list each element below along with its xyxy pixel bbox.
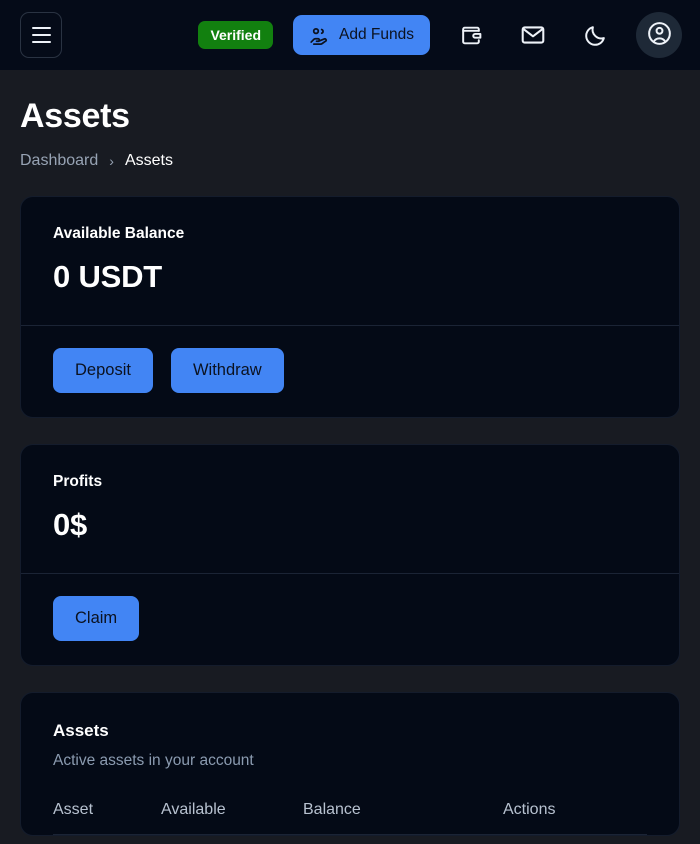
breadcrumb-current: Assets — [124, 152, 173, 169]
column-header-balance[interactable]: Balance — [303, 801, 503, 835]
main-content: Assets Dashboard › Assets Available Bala… — [0, 97, 700, 836]
add-funds-button[interactable]: Add Funds — [293, 15, 430, 55]
column-header-actions[interactable]: Actions — [503, 801, 647, 835]
available-balance-label: Available Balance — [53, 225, 185, 242]
profits-value: 0$ — [53, 507, 88, 542]
deposit-button[interactable]: Deposit — [53, 348, 153, 393]
moon-icon — [583, 23, 608, 48]
breadcrumb: Dashboard › Assets — [20, 152, 680, 170]
claim-button[interactable]: Claim — [53, 596, 140, 641]
column-header-available[interactable]: Available — [161, 801, 303, 835]
avatar[interactable] — [636, 12, 682, 58]
verified-status-badge: Verified — [198, 20, 274, 50]
available-balance-value: 0 USDT — [53, 259, 163, 294]
withdraw-button[interactable]: Withdraw — [170, 348, 284, 393]
available-balance-actions: Deposit Withdraw — [21, 325, 679, 417]
add-funds-label: Add Funds — [339, 26, 414, 43]
wallet-button[interactable] — [450, 14, 492, 56]
top-header: Verified Add Funds — [0, 0, 700, 70]
column-header-asset[interactable]: Asset — [53, 801, 161, 835]
hamburger-menu-icon — [31, 27, 51, 29]
available-balance-body: Available Balance 0 USDT — [21, 197, 679, 325]
chevron-right-icon: › — [109, 153, 114, 169]
profits-card: Profits 0$ Claim — [20, 444, 680, 666]
page-title: Assets — [20, 97, 130, 135]
hamburger-menu-icon — [31, 41, 51, 43]
mail-icon — [520, 22, 546, 48]
breadcrumb-dashboard-link[interactable]: Dashboard — [20, 152, 98, 170]
profits-actions: Claim — [21, 573, 679, 665]
assets-table-title: Assets — [53, 721, 109, 740]
assets-table: Asset Available Balance Actions — [53, 801, 647, 835]
hand-coins-icon — [309, 25, 330, 46]
profits-body: Profits 0$ — [21, 445, 679, 573]
assets-table-header-row: Asset Available Balance Actions — [53, 801, 647, 835]
assets-table-subtitle: Active assets in your account — [53, 752, 254, 769]
hamburger-menu-button[interactable] — [20, 12, 62, 58]
profits-label: Profits — [53, 473, 103, 490]
hamburger-menu-icon — [31, 34, 51, 36]
assets-table-head: Asset Available Balance Actions — [53, 801, 647, 835]
assets-table-card: Assets Active assets in your account Ass… — [20, 692, 680, 836]
user-circle-icon — [646, 20, 673, 50]
available-balance-card: Available Balance 0 USDT Deposit Withdra… — [20, 196, 680, 418]
theme-toggle-button[interactable] — [574, 14, 616, 56]
wallet-icon — [459, 23, 484, 48]
assets-table-body: Assets Active assets in your account Ass… — [21, 693, 679, 835]
mail-button[interactable] — [512, 14, 554, 56]
